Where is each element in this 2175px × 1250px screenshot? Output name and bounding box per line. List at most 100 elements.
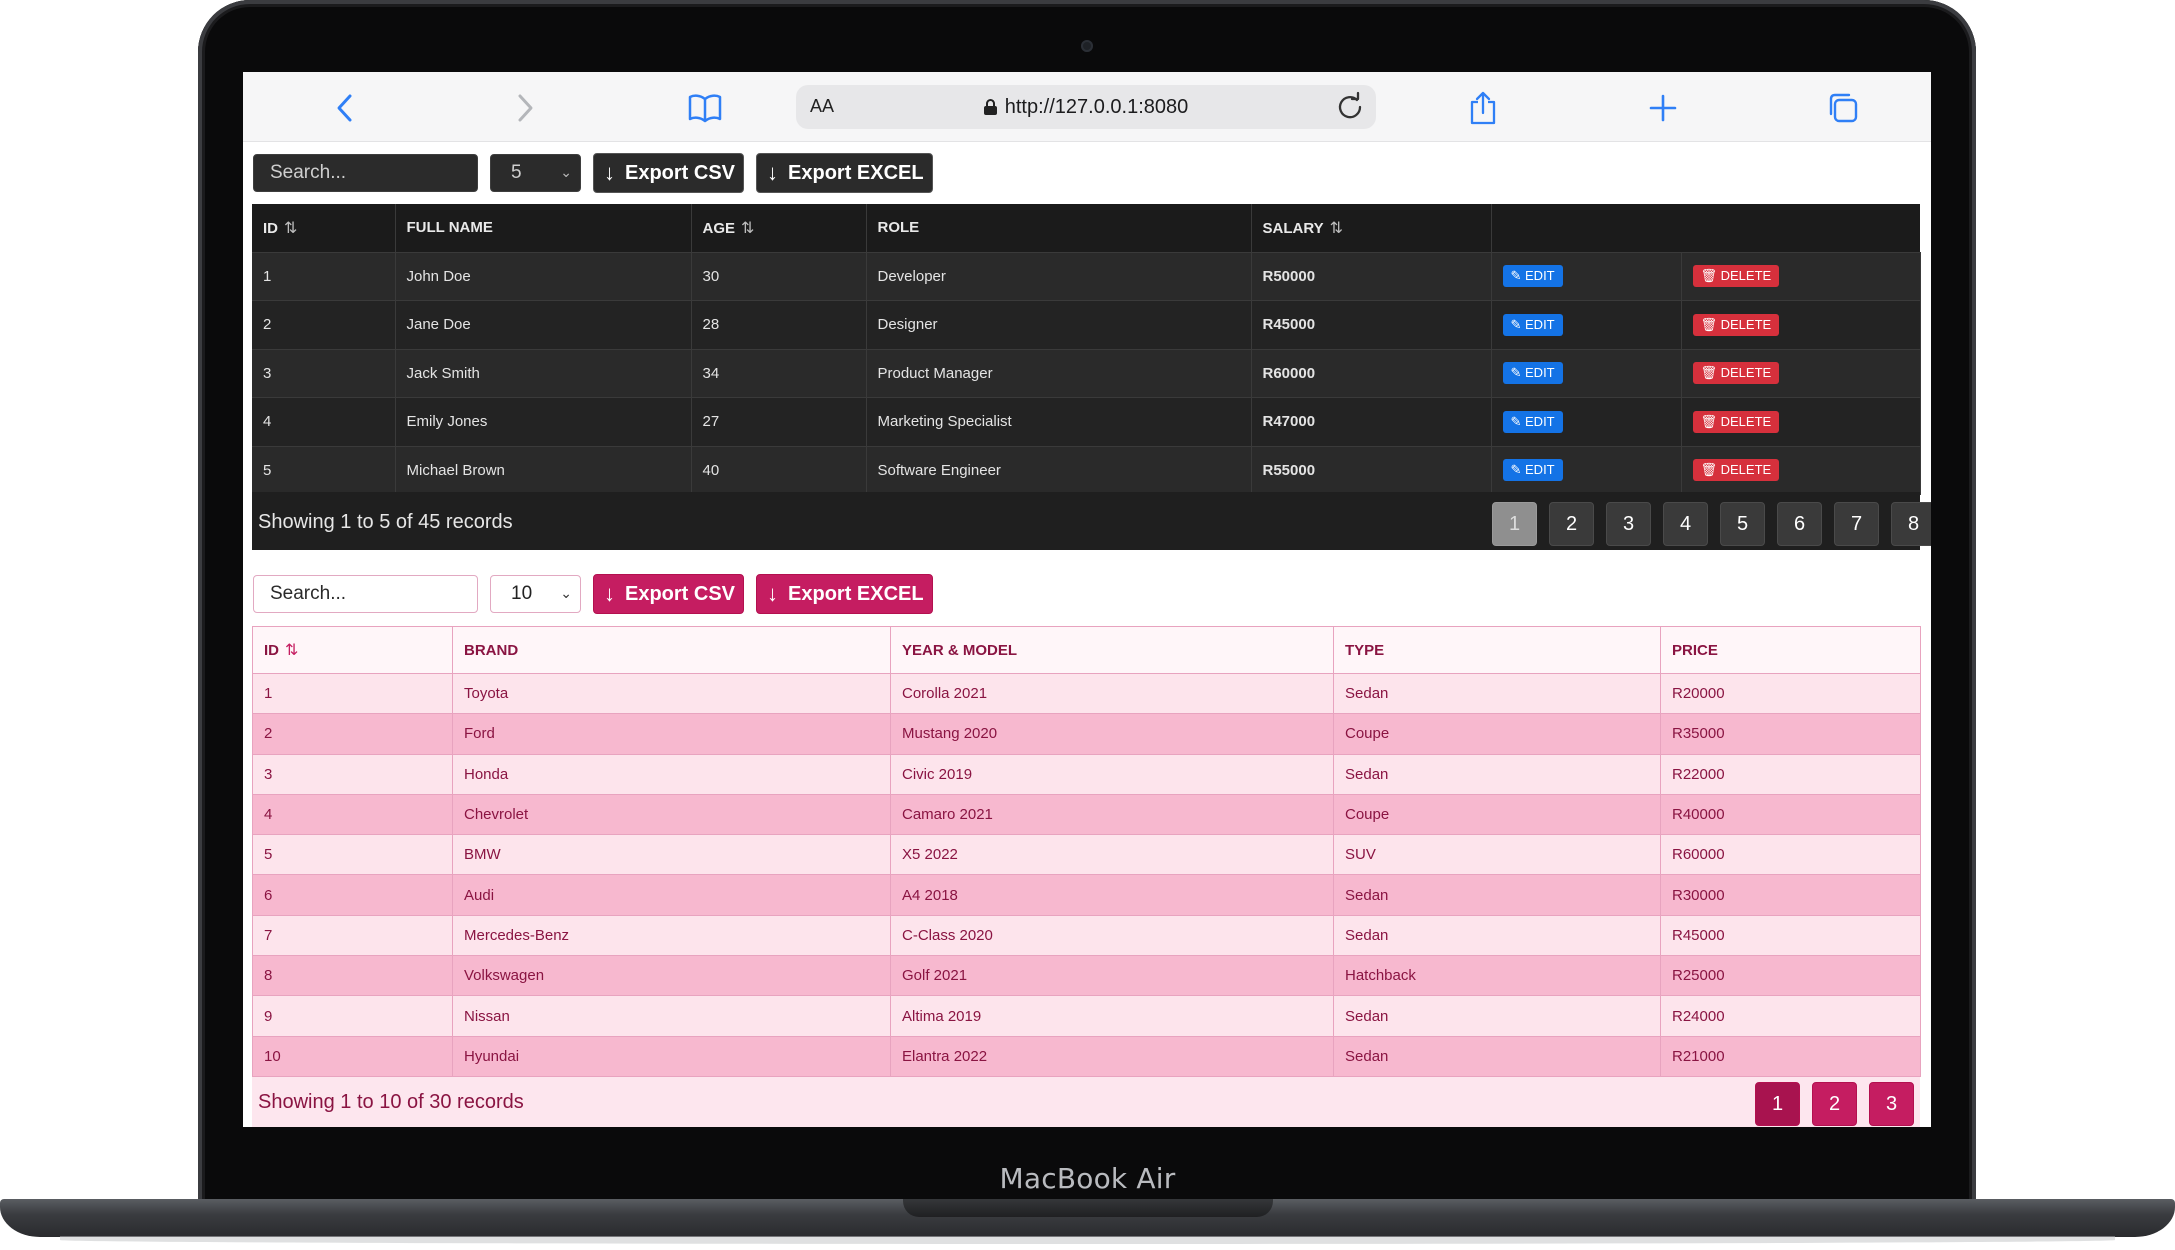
cell-edit: ✎ EDIT: [1491, 397, 1682, 447]
cell-role: Designer: [866, 300, 1252, 350]
table-row: 9 Nissan Altima 2019 Sedan R24000: [252, 995, 1921, 1037]
page-button-4[interactable]: 4: [1663, 502, 1708, 546]
cell-id: 5: [252, 446, 396, 495]
cell-salary: R50000: [1251, 252, 1492, 301]
page-button-1[interactable]: 1: [1492, 502, 1537, 546]
cell-year-model: Golf 2021: [890, 955, 1334, 997]
cell-id: 9: [252, 995, 453, 1037]
cell-type: Sedan: [1333, 995, 1661, 1037]
cell-edit: ✎ EDIT: [1491, 349, 1682, 398]
employees-export-csv-button[interactable]: ↓ Export CSV: [593, 153, 745, 193]
cars-table-footer: Showing 1 to 10 of 30 records 123: [252, 1077, 1920, 1127]
cars-controls: Search... 10 ⌄ ↓ Export CSV ↓ Export EXC…: [253, 574, 933, 614]
page-button-2[interactable]: 2: [1812, 1082, 1857, 1126]
cell-age: 40: [691, 446, 867, 495]
page-button-7[interactable]: 7: [1834, 502, 1879, 546]
page-button-2[interactable]: 2: [1549, 502, 1594, 546]
employees-search-input[interactable]: Search...: [253, 154, 478, 192]
cars-export-csv-button[interactable]: ↓ Export CSV: [593, 574, 745, 614]
employees-page-size-select[interactable]: 5 ⌄: [490, 154, 581, 192]
page-button-6[interactable]: 6: [1777, 502, 1822, 546]
delete-button[interactable]: 🗑 DELETE: [1692, 410, 1780, 433]
cell-price: R20000: [1660, 673, 1921, 715]
cell-full-name: Michael Brown: [395, 446, 692, 495]
camera-icon: [1081, 40, 1093, 52]
cars-search-input[interactable]: Search...: [253, 575, 478, 613]
cell-role: Marketing Specialist: [866, 397, 1252, 447]
delete-button[interactable]: 🗑 DELETE: [1692, 362, 1780, 385]
sort-icon[interactable]: ⇅: [741, 220, 754, 237]
employees-table-footer: Showing 1 to 5 of 45 records 123456789: [252, 492, 1931, 550]
export-csv-label: Export CSV: [625, 161, 736, 184]
cell-brand: Nissan: [452, 995, 891, 1037]
cell-brand: Audi: [452, 874, 891, 916]
sort-icon[interactable]: ⇅: [284, 220, 297, 237]
forward-icon[interactable]: [507, 90, 543, 126]
share-icon[interactable]: [1465, 90, 1501, 126]
cars-table-container: ID ⇅ BRAND YEAR & MODEL TYPE PRICE 1 Toyot…: [252, 626, 1921, 1127]
url-text[interactable]: http://127.0.0.1:8080: [1005, 96, 1189, 119]
tabs-overview-icon[interactable]: [1825, 90, 1861, 126]
employees-records-info: Showing 1 to 5 of 45 records: [258, 511, 513, 533]
page-button-3[interactable]: 3: [1606, 502, 1651, 546]
column-header-salary[interactable]: SALARY ⇅: [1251, 204, 1492, 253]
page-button-5[interactable]: 5: [1720, 502, 1765, 546]
delete-button[interactable]: 🗑 DELETE: [1692, 459, 1780, 482]
cell-price: R40000: [1660, 794, 1921, 836]
cell-type: Sedan: [1333, 915, 1661, 957]
column-header-id[interactable]: ID ⇅: [252, 204, 396, 253]
cars-page-size-select[interactable]: 10 ⌄: [490, 575, 581, 613]
browser-toolbar: AA http://127.0.0.1:8080: [243, 72, 1931, 142]
cell-id: 1: [252, 252, 396, 301]
cell-id: 8: [252, 955, 453, 997]
edit-button[interactable]: ✎ EDIT: [1502, 313, 1563, 336]
laptop-hinge-notch: [903, 1199, 1273, 1217]
cell-id: 3: [252, 754, 453, 795]
table-row: 6 Audi A4 2018 Sedan R30000: [252, 874, 1921, 916]
cars-table-body: 1 Toyota Corolla 2021 Sedan R20000 2 Ford Musta…: [252, 673, 1921, 1077]
cell-year-model: Civic 2019: [890, 754, 1334, 795]
cell-role: Software Engineer: [866, 446, 1252, 495]
edit-button[interactable]: ✎ EDIT: [1502, 459, 1563, 482]
cell-year-model: Camaro 2021: [890, 794, 1334, 836]
cell-age: 27: [691, 397, 867, 447]
cell-age: 30: [691, 252, 867, 301]
cars-table: ID ⇅ BRAND YEAR & MODEL TYPE PRICE 1 Toyot…: [252, 626, 1921, 1077]
export-excel-label: Export EXCEL: [788, 161, 924, 184]
reload-icon[interactable]: [1334, 91, 1366, 123]
edit-button[interactable]: ✎ EDIT: [1502, 410, 1563, 433]
cell-full-name: Jack Smith: [395, 349, 692, 398]
column-header-age[interactable]: AGE ⇅: [691, 204, 867, 253]
employees-export-excel-button[interactable]: ↓ Export EXCEL: [756, 153, 933, 193]
cars-header-row: ID ⇅ BRAND YEAR & MODEL TYPE PRICE: [252, 626, 1921, 674]
cell-type: Sedan: [1333, 874, 1661, 916]
cell-id: 4: [252, 794, 453, 836]
bookmarks-icon[interactable]: [687, 90, 723, 126]
cell-brand: BMW: [452, 834, 891, 876]
edit-button[interactable]: ✎ EDIT: [1502, 362, 1563, 385]
page-button-3[interactable]: 3: [1869, 1082, 1914, 1126]
cell-age: 34: [691, 349, 867, 398]
edit-button[interactable]: ✎ EDIT: [1502, 265, 1563, 288]
cell-type: Hatchback: [1333, 955, 1661, 997]
cell-age: 28: [691, 300, 867, 350]
page-button-1[interactable]: 1: [1755, 1082, 1800, 1126]
download-arrow-icon: ↓: [604, 160, 615, 185]
cell-delete: 🗑 DELETE: [1681, 397, 1921, 447]
delete-button[interactable]: 🗑 DELETE: [1692, 265, 1780, 288]
cell-year-model: Mustang 2020: [890, 713, 1334, 755]
download-arrow-icon: ↓: [604, 581, 615, 606]
back-icon[interactable]: [327, 90, 363, 126]
page-button-8[interactable]: 8: [1891, 502, 1931, 546]
sort-icon[interactable]: ⇅: [1330, 220, 1343, 237]
sort-icon[interactable]: ⇅: [285, 642, 298, 659]
cell-brand: Mercedes-Benz: [452, 915, 891, 957]
new-tab-icon[interactable]: [1645, 90, 1681, 126]
column-header-id[interactable]: ID ⇅: [252, 626, 453, 674]
cell-year-model: Altima 2019: [890, 995, 1334, 1037]
address-bar[interactable]: AA http://127.0.0.1:8080: [796, 85, 1376, 129]
cell-role: Product Manager: [866, 349, 1252, 398]
cell-salary: R55000: [1251, 446, 1492, 495]
delete-button[interactable]: 🗑 DELETE: [1692, 313, 1780, 336]
cars-export-excel-button[interactable]: ↓ Export EXCEL: [756, 574, 933, 614]
